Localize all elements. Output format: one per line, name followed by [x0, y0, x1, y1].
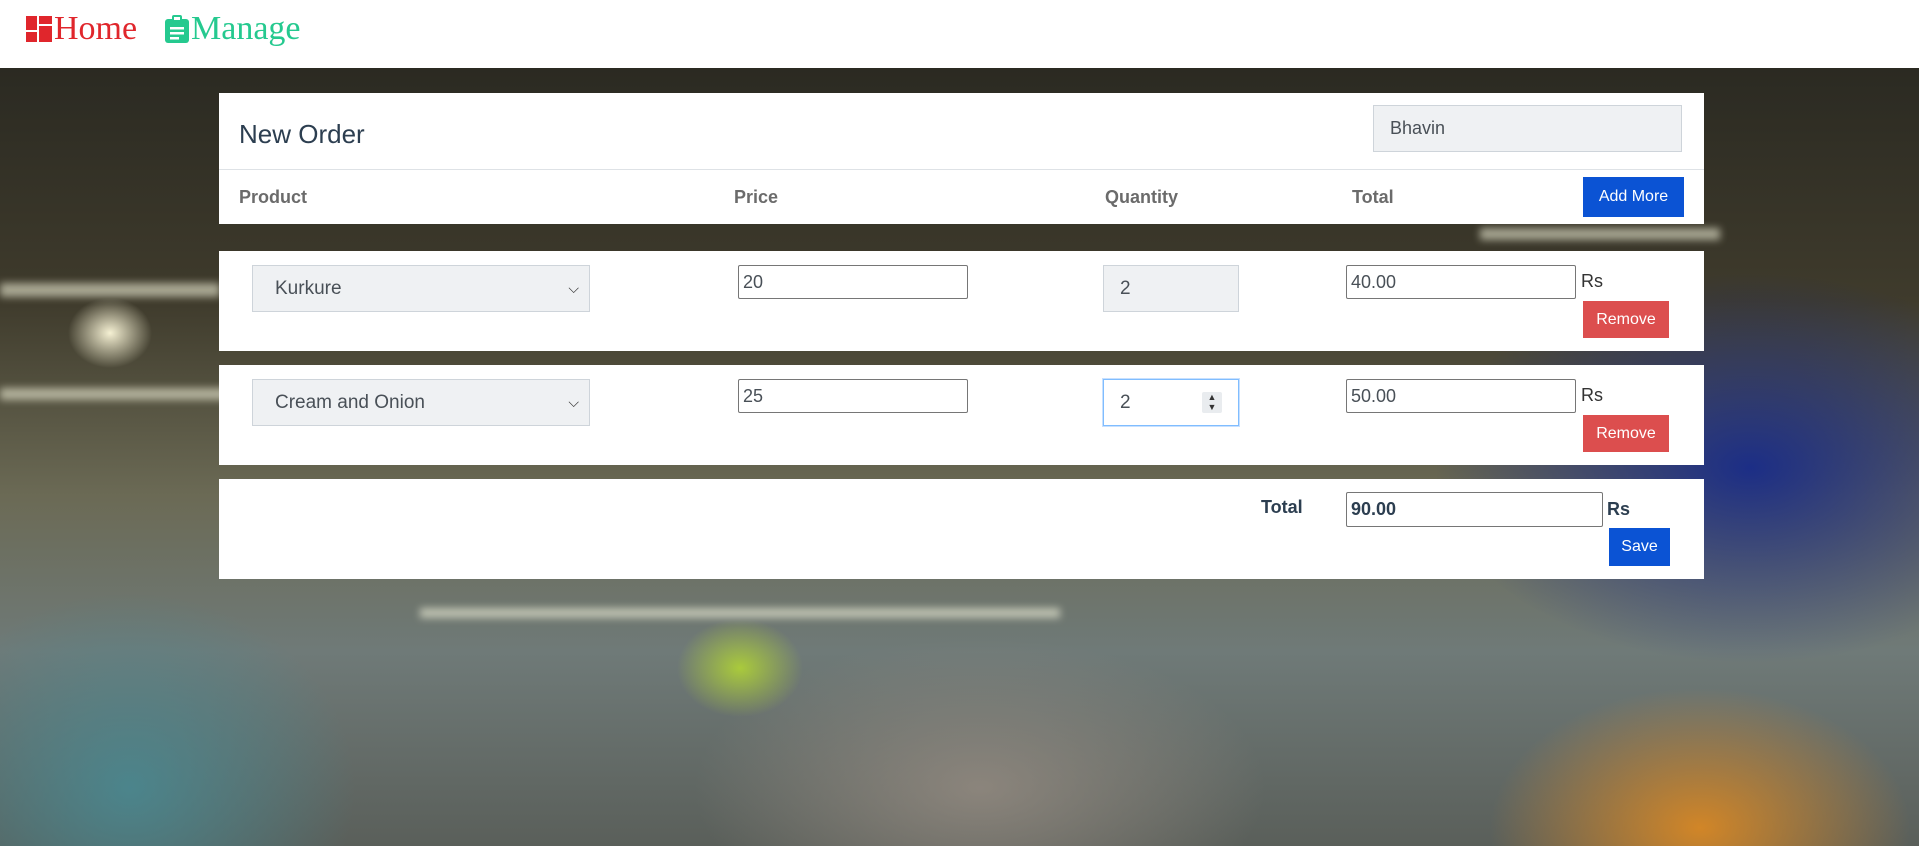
- dashboard-icon: [26, 16, 52, 42]
- row-total-input[interactable]: 50.00: [1346, 379, 1576, 413]
- product-select-value: Cream and Onion: [275, 392, 425, 413]
- column-header-price: Price: [734, 187, 779, 207]
- column-header-total: Total: [1352, 187, 1394, 207]
- product-select[interactable]: Cream and Onion ⌵: [252, 379, 590, 426]
- chevron-down-icon: ⌵: [568, 394, 579, 410]
- spinner-arrows-icon[interactable]: ▲ ▼: [1202, 392, 1222, 413]
- clipboard-icon: [165, 15, 189, 43]
- nav-home-link[interactable]: Home: [26, 10, 137, 48]
- column-header-quantity: Quantity: [1105, 187, 1179, 207]
- quantity-stepper[interactable]: 2 ▲ ▼: [1103, 379, 1239, 426]
- add-more-button[interactable]: Add More: [1583, 177, 1684, 217]
- currency-unit: Rs: [1581, 271, 1603, 291]
- remove-row-button[interactable]: Remove: [1583, 415, 1669, 452]
- customer-name-input[interactable]: Bhavin: [1373, 105, 1682, 152]
- remove-row-button[interactable]: Remove: [1583, 301, 1669, 338]
- order-header-panel: New Order Bhavin Product Price Quantity …: [219, 93, 1704, 224]
- grand-total-unit: Rs: [1607, 499, 1631, 519]
- nav-home-label: Home: [54, 10, 138, 47]
- quantity-value: 2: [1120, 392, 1131, 413]
- currency-unit: Rs: [1581, 385, 1603, 405]
- order-row: Kurkure ⌵ 20 2 40.00 Rs Remove: [219, 251, 1704, 351]
- row-total-input[interactable]: 40.00: [1346, 265, 1576, 299]
- order-total-panel: Total 90.00 Rs Save: [219, 479, 1704, 579]
- chevron-down-icon: ⌵: [568, 280, 579, 296]
- price-input[interactable]: 25: [738, 379, 968, 413]
- price-input[interactable]: 20: [738, 265, 968, 299]
- grand-total-label: Total: [1261, 497, 1303, 517]
- product-select-value: Kurkure: [275, 278, 342, 299]
- product-select[interactable]: Kurkure ⌵: [252, 265, 590, 312]
- header-divider: [219, 169, 1704, 170]
- top-navbar: Home Manage: [0, 0, 1919, 68]
- nav-manage-link[interactable]: Manage: [165, 10, 301, 48]
- column-header-product: Product: [239, 187, 308, 207]
- grand-total-input[interactable]: 90.00: [1346, 492, 1603, 527]
- nav-manage-label: Manage: [191, 10, 301, 47]
- order-row: Cream and Onion ⌵ 25 2 ▲ ▼ 50.00 Rs Remov…: [219, 365, 1704, 465]
- page-title: New Order: [239, 119, 365, 149]
- save-button[interactable]: Save: [1609, 528, 1670, 566]
- quantity-input[interactable]: 2: [1103, 265, 1239, 312]
